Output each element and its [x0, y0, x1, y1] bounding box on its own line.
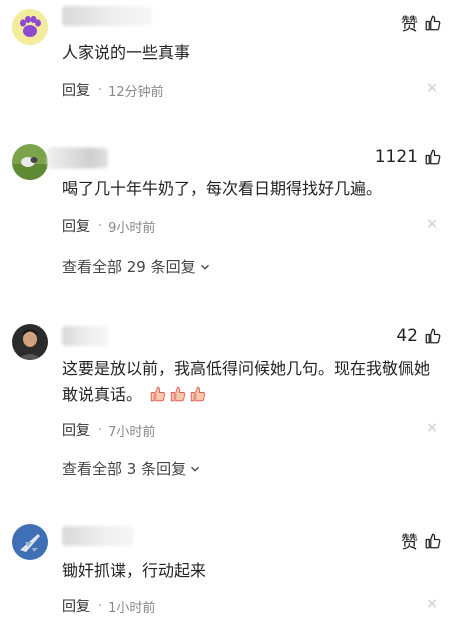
like-button[interactable]: 1121 — [375, 147, 442, 167]
comment-text: 人家说的一些真事 — [62, 43, 191, 62]
reply-button[interactable]: 回复 — [62, 216, 90, 236]
comment-meta: 回复 · 9小时前 — [62, 216, 155, 236]
avatar[interactable] — [12, 524, 48, 560]
thumbs-up-icon — [425, 15, 441, 30]
avatar[interactable] — [12, 144, 48, 180]
comment-meta: 回复 · 12分钟前 — [62, 80, 164, 100]
comment-text: 这要是放以前，我高低得问候她几句。现在我敬佩她敢说真话。 — [62, 356, 434, 408]
thumbs-up-emoji — [147, 385, 207, 404]
reply-button[interactable]: 回复 — [62, 80, 90, 100]
timestamp: 9小时前 — [108, 220, 156, 236]
grass-avatar-icon — [12, 144, 48, 180]
view-all-replies-label: 查看全部 3 条回复 — [62, 460, 187, 478]
paw-avatar-icon — [12, 9, 48, 45]
comment-text: 锄奸抓谍，行动起来 — [62, 561, 207, 580]
username-blurred[interactable] — [62, 526, 134, 546]
separator-dot: · — [98, 422, 103, 438]
like-count: 赞 — [401, 533, 418, 553]
timestamp: 1小时前 — [108, 600, 156, 616]
reply-button[interactable]: 回复 — [62, 420, 90, 440]
comment-text-body: 这要是放以前，我高低得问候她几句。现在我敬佩她敢说真话。 — [62, 359, 431, 404]
jet-avatar-icon — [12, 524, 48, 560]
like-count: 赞 — [401, 15, 418, 35]
chevron-down-icon — [191, 466, 200, 472]
view-all-replies-label: 查看全部 29 条回复 — [62, 258, 196, 276]
comment-meta: 回复 · 1小时前 — [62, 596, 155, 616]
reply-button[interactable]: 回复 — [62, 596, 90, 616]
close-icon[interactable]: × — [426, 80, 438, 96]
like-button[interactable]: 赞 — [401, 10, 442, 35]
username-blurred[interactable] — [62, 6, 152, 26]
like-count: 1121 — [374, 147, 418, 167]
username-blurred[interactable] — [62, 326, 108, 346]
timestamp: 12分钟前 — [108, 84, 164, 100]
like-button[interactable]: 赞 — [401, 528, 442, 553]
view-all-replies-button[interactable]: 查看全部 3 条回复 — [62, 458, 202, 479]
view-all-replies-button[interactable]: 查看全部 29 条回复 — [62, 256, 212, 277]
timestamp: 7小时前 — [108, 424, 156, 440]
chevron-down-icon — [200, 264, 209, 270]
username-blurred-2[interactable] — [48, 148, 108, 168]
avatar[interactable] — [12, 324, 48, 360]
separator-dot: · — [98, 82, 103, 98]
close-icon[interactable]: × — [426, 216, 438, 232]
close-icon[interactable]: × — [426, 596, 438, 612]
thumbs-up-icon — [425, 328, 441, 344]
thumbs-up-icon — [425, 149, 441, 165]
close-icon[interactable]: × — [426, 420, 438, 436]
like-count: 42 — [396, 326, 418, 346]
separator-dot: · — [98, 218, 103, 234]
person-avatar-icon — [12, 324, 48, 360]
separator-dot: · — [98, 598, 103, 614]
comment-meta: 回复 · 7小时前 — [62, 420, 155, 440]
comment-text: 喝了几十年牛奶了，每次看日期得找好几遍。 — [62, 179, 383, 198]
like-button[interactable]: 42 — [396, 326, 442, 346]
thumbs-up-icon — [425, 533, 441, 548]
avatar[interactable] — [12, 9, 48, 45]
